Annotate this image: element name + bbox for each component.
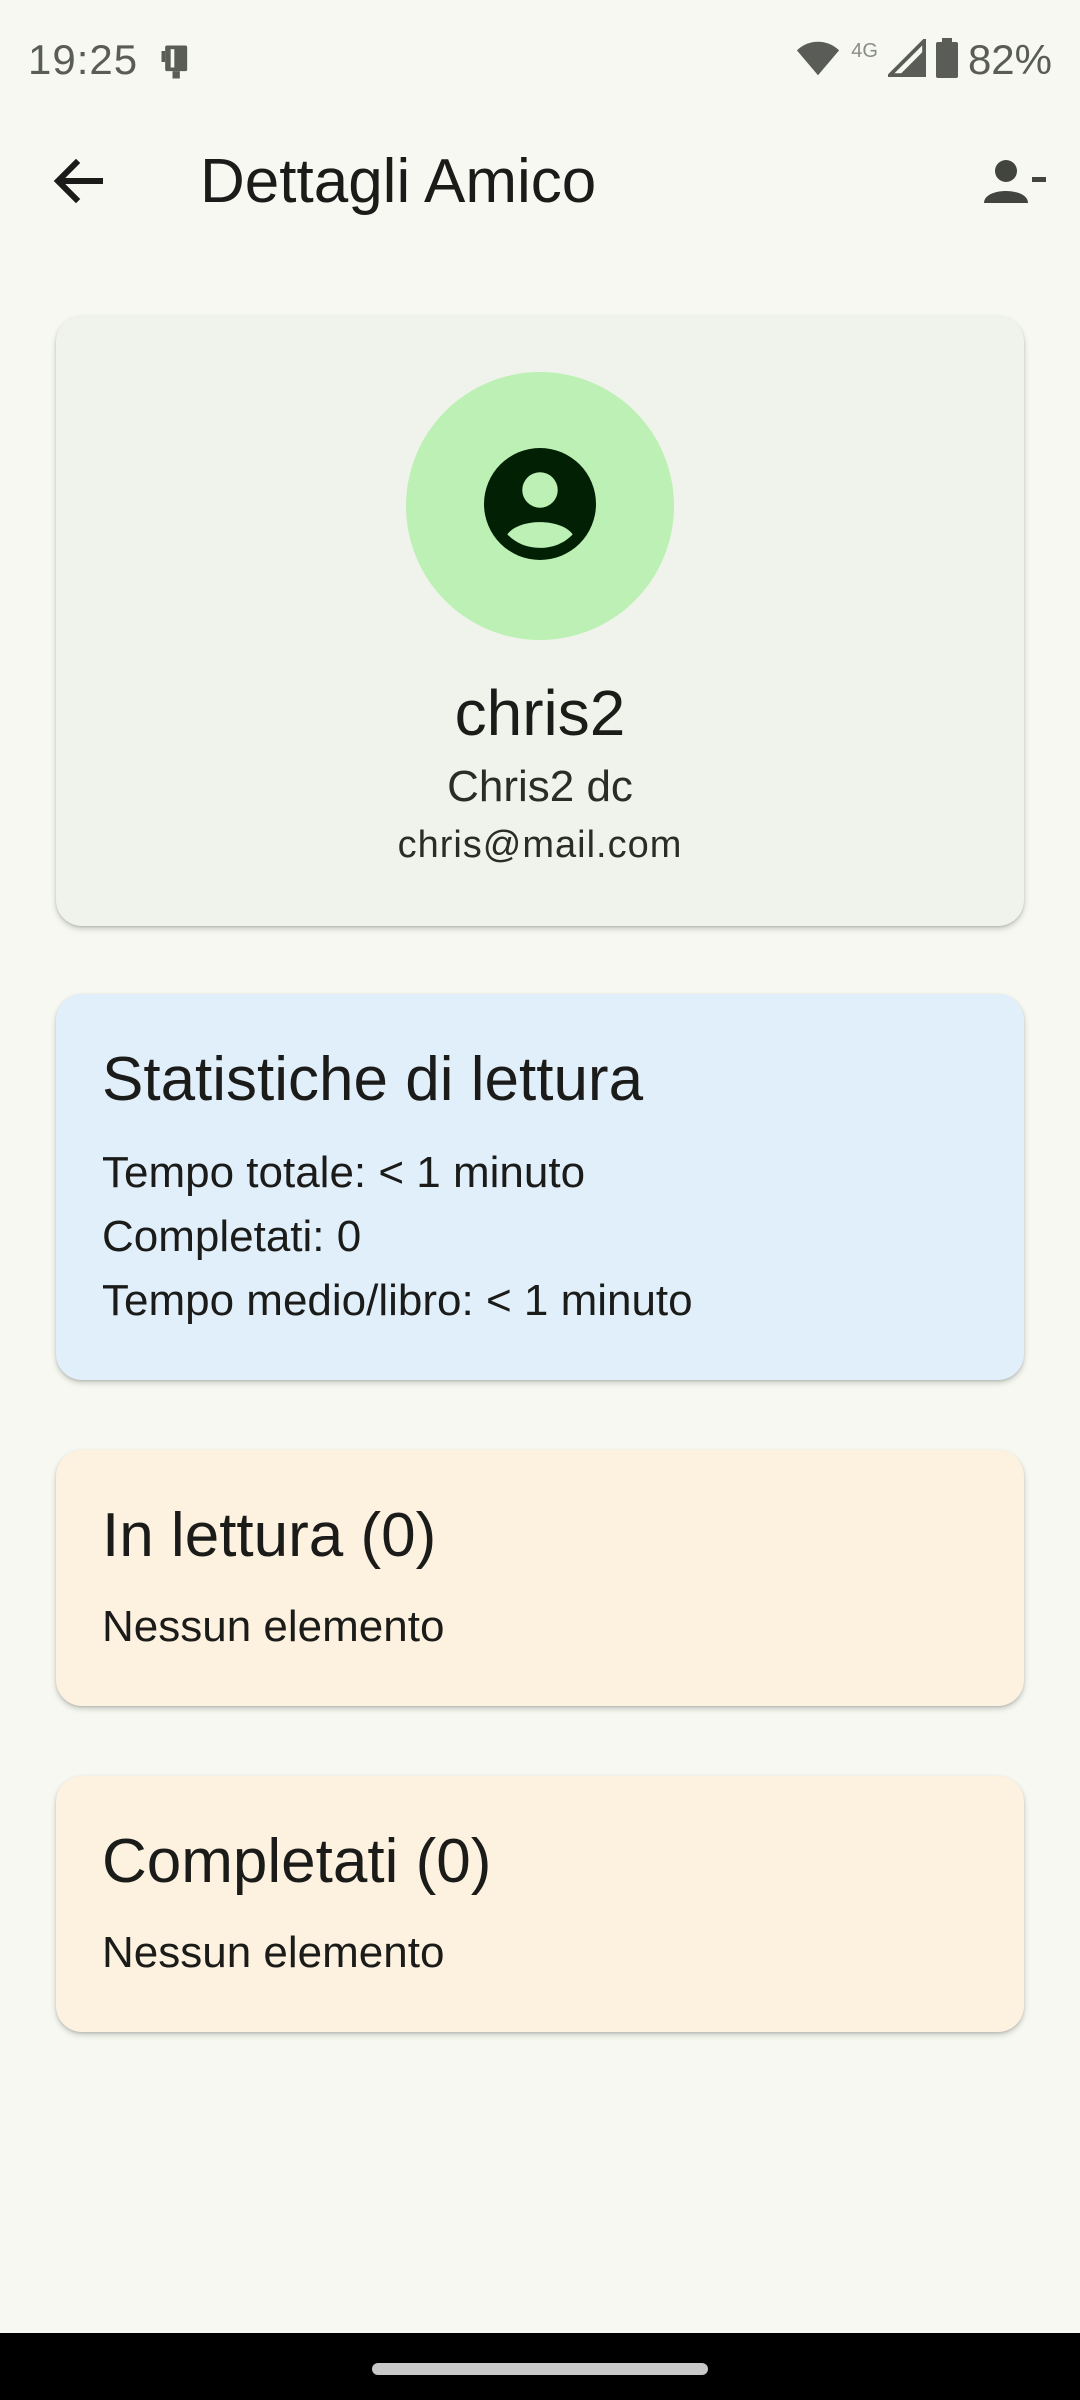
navigation-bar	[0, 2333, 1080, 2400]
stat-total-time: Tempo totale: < 1 minuto	[102, 1148, 586, 1197]
account-circle-icon	[484, 447, 596, 565]
completed-title: Completati (0)	[102, 1827, 492, 1896]
signal-icon	[885, 35, 926, 82]
stat-average-time: Tempo medio/libro: < 1 minuto	[102, 1276, 693, 1325]
stats-title: Statistiche di lettura	[102, 1045, 644, 1114]
avatar	[406, 372, 674, 640]
completed-card: Completati (0) Nessun elemento	[56, 1776, 1024, 2032]
person-remove-icon	[984, 157, 1048, 210]
notification-app-icon	[156, 40, 200, 89]
battery-percentage: 82%	[967, 36, 1052, 83]
in-reading-card: In lettura (0) Nessun elemento	[56, 1450, 1024, 1706]
page-title: Dettagli Amico	[200, 147, 597, 216]
email-address: chris@mail.com	[397, 824, 683, 866]
back-arrow-icon	[52, 158, 104, 208]
in-reading-title: In lettura (0)	[102, 1501, 437, 1570]
app-bar: Dettagli Amico	[0, 126, 1080, 238]
username: chris2	[454, 677, 626, 749]
status-time: 19:25	[28, 36, 139, 83]
reading-stats-card: Statistiche di lettura Tempo totale: < 1…	[56, 994, 1024, 1380]
wifi-icon	[795, 38, 841, 83]
home-gesture-handle[interactable]	[372, 2363, 708, 2375]
profile-card: chris2 Chris2 dc chris@mail.com	[56, 316, 1024, 926]
in-reading-empty-text: Nessun elemento	[102, 1602, 445, 1651]
remove-friend-button[interactable]	[976, 150, 1056, 216]
status-bar: 19:25 4G 82%	[0, 0, 1080, 126]
battery-icon	[935, 37, 958, 83]
status-icons: 4G 82%	[795, 35, 1052, 84]
back-button[interactable]	[38, 150, 118, 216]
stat-completed: Completati: 0	[102, 1212, 362, 1261]
network-type-label: 4G	[851, 39, 878, 62]
completed-empty-text: Nessun elemento	[102, 1928, 445, 1977]
full-name: Chris2 dc	[447, 762, 633, 811]
